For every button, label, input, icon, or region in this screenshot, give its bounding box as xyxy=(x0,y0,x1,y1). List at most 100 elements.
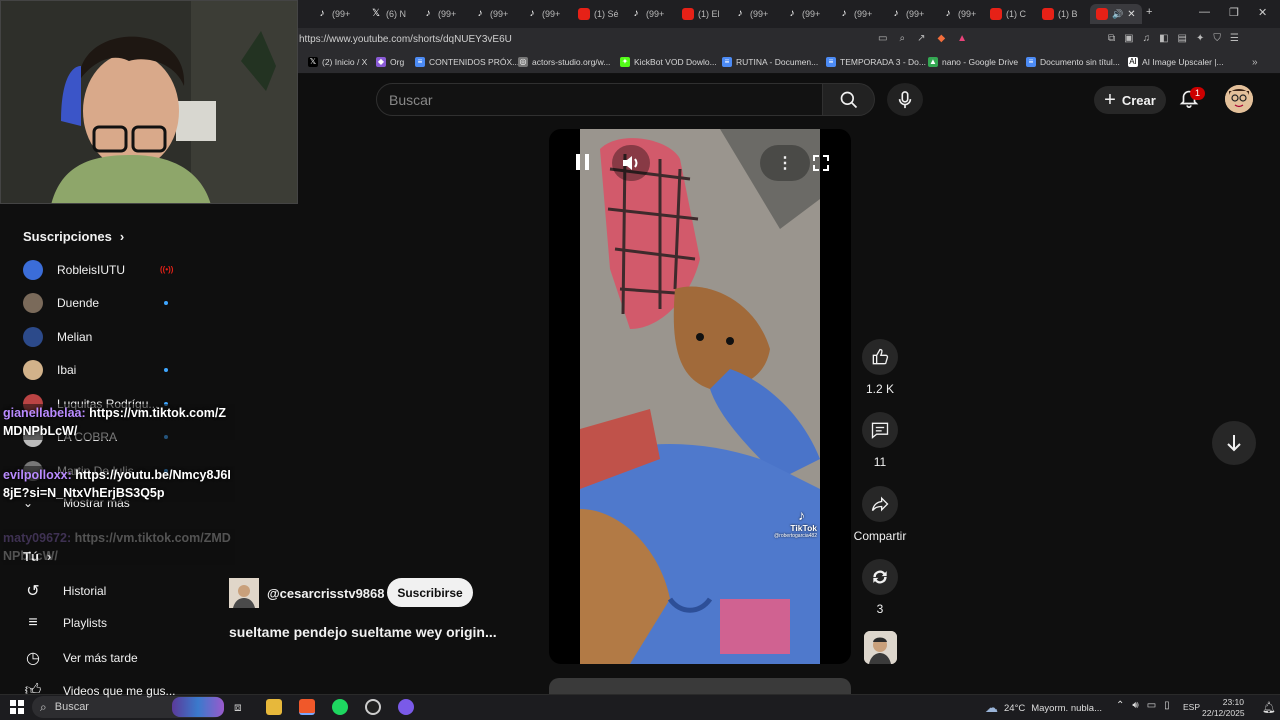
browser-tab[interactable]: ♪ (99+ xyxy=(422,4,457,24)
tab-title: (99+ xyxy=(438,9,457,19)
bookmark-item[interactable]: ◆ Org xyxy=(376,57,404,67)
leo-icon[interactable]: ✦ xyxy=(1196,33,1204,44)
bookmark-item[interactable]: 𝕏 (2) Inicio / X xyxy=(308,57,367,67)
sidebar-subscription-item[interactable]: Melian xyxy=(23,327,92,347)
share-icon[interactable]: ↗ xyxy=(917,33,925,44)
subscriptions-title: Suscripciones xyxy=(23,229,112,244)
browser-tab[interactable]: ♪ (99+ xyxy=(526,4,561,24)
bookmark-item[interactable]: ◎ actors-studio.org/w... xyxy=(518,57,610,67)
obs-icon[interactable] xyxy=(365,699,381,715)
start-button[interactable] xyxy=(10,700,24,719)
bookmark-item[interactable]: ✦ KickBot VOD Dowlo... xyxy=(620,57,717,67)
sidebar-subscription-item[interactable]: Ibai xyxy=(23,360,76,380)
comments-button[interactable] xyxy=(862,412,898,448)
sidebar-you-item[interactable]: ↺ Historial xyxy=(23,581,106,601)
more-bookmarks-icon[interactable]: » xyxy=(1252,57,1258,68)
subscriptions-header[interactable]: Suscripciones › xyxy=(23,229,124,244)
battery-icon[interactable]: ▯ xyxy=(1164,700,1170,711)
install-icon[interactable]: ▭ xyxy=(878,33,887,44)
channel-avatar[interactable] xyxy=(229,578,259,608)
tab-active[interactable]: 🔊 ✕ xyxy=(1090,4,1142,24)
bookmark-item[interactable]: AI AI Image Upscaler |... xyxy=(1128,57,1224,67)
browser-tab[interactable]: ♪ (99+ xyxy=(734,4,769,24)
speaker-icon[interactable]: 🔊︎ xyxy=(1132,700,1138,711)
restore-icon[interactable]: ❐ xyxy=(1229,6,1239,19)
close-tab-icon[interactable]: ✕ xyxy=(1127,9,1135,20)
sidebar-toggle-icon[interactable]: ◧ xyxy=(1159,33,1168,44)
short-title[interactable]: sueltame pendejo sueltame wey origin... xyxy=(229,624,497,640)
browser-tab[interactable]: ♪ (99+ xyxy=(474,4,509,24)
channel-name[interactable]: @cesarcrisstv9868 xyxy=(267,586,385,601)
remix-button[interactable] xyxy=(862,559,898,595)
arrow-down-icon xyxy=(1227,435,1241,452)
extensions-icon[interactable]: ⧉ xyxy=(1108,33,1115,44)
browser-tab[interactable]: (1) El xyxy=(682,4,720,24)
youtube-icon xyxy=(682,8,694,20)
browser-tab[interactable]: ♪ (99+ xyxy=(786,4,821,24)
weather-widget[interactable]: ☁ 24°C Mayorm. nubla... xyxy=(985,700,1102,716)
brave-rewards-icon[interactable]: ▲ xyxy=(957,33,967,44)
subscribe-button[interactable]: Suscribirse xyxy=(387,578,473,607)
browser-tab[interactable]: (1) B xyxy=(1042,4,1078,24)
pause-button[interactable] xyxy=(574,152,592,177)
task-view-icon[interactable]: ⧈ xyxy=(234,700,242,715)
bookmark-item[interactable]: ≡ Documento sin títul... xyxy=(1026,57,1120,67)
notification-center-icon[interactable]: 🔔︎ xyxy=(1262,701,1276,714)
sidebar-you-item[interactable]: 👍︎ Videos que me gus... xyxy=(23,681,176,700)
language-indicator[interactable]: ESP xyxy=(1183,702,1200,712)
fullscreen-button[interactable] xyxy=(812,154,830,177)
bookmark-item[interactable]: ≡ RUTINA - Documen... xyxy=(722,57,818,67)
zoom-icon[interactable]: ⌕ xyxy=(899,33,905,44)
bookmark-item[interactable]: ≡ CONTENIDOS PRÓX... xyxy=(415,57,519,67)
bookmark-item[interactable]: ▲ nano - Google Drive xyxy=(928,57,1018,67)
file-explorer-icon[interactable] xyxy=(266,699,282,715)
brave-browser-icon[interactable] xyxy=(299,699,315,715)
clock[interactable]: 23:10 22/12/2025 xyxy=(1202,697,1245,719)
chevron-up-icon[interactable]: ⌃ xyxy=(1116,700,1124,711)
account-avatar[interactable] xyxy=(1225,85,1253,113)
browser-tab[interactable]: (1) C xyxy=(990,4,1026,24)
search-input[interactable]: Buscar xyxy=(376,83,823,116)
vpn-icon[interactable]: ⛉ xyxy=(1213,33,1221,44)
minimize-icon[interactable]: — xyxy=(1199,6,1210,18)
sidebar-you-item[interactable]: ◷ Ver más tarde xyxy=(23,648,138,668)
browser-tab[interactable]: 𝕏 (6) N xyxy=(370,4,406,24)
sidebar-you-item[interactable]: ≡ Playlists xyxy=(23,614,107,632)
volume-button[interactable] xyxy=(612,145,650,181)
browser-tab[interactable]: ♪ (99+ xyxy=(316,4,351,24)
spotify-icon[interactable] xyxy=(332,699,348,715)
network-icon[interactable]: ▭ xyxy=(1147,700,1156,711)
close-window-icon[interactable]: ✕ xyxy=(1258,6,1267,19)
menu-icon[interactable]: ☰ xyxy=(1230,33,1239,44)
chat-message: maty09672: https://vm.tiktok.com/ZMDNPbL… xyxy=(3,529,235,565)
bookmark-label: Documento sin títul... xyxy=(1040,57,1120,67)
search-button[interactable] xyxy=(823,83,875,116)
more-options-button[interactable]: ⋮ xyxy=(760,145,810,181)
browser-tab[interactable]: ♪ (99+ xyxy=(838,4,873,24)
bookmark-item[interactable]: ≡ TEMPORADA 3 - Do... xyxy=(826,57,926,67)
browser-tab[interactable]: ♪ (99+ xyxy=(942,4,977,24)
new-content-dot xyxy=(164,368,168,372)
sidebar-subscription-item[interactable]: RobleisIUTU xyxy=(23,260,125,280)
discord-icon[interactable] xyxy=(398,699,414,715)
brave-shield-icon[interactable]: ◆ xyxy=(937,33,945,44)
url-field[interactable]: https://www.youtube.com/shorts/dqNUEY3vE… xyxy=(299,34,512,45)
sound-thumbnail[interactable] xyxy=(864,631,897,664)
browser-tab[interactable]: (1) Sé xyxy=(578,4,619,24)
browser-tab[interactable]: ♪ (99+ xyxy=(890,4,925,24)
share-button[interactable] xyxy=(862,486,898,522)
video-frame[interactable] xyxy=(580,129,820,664)
next-short-button[interactable] xyxy=(1212,421,1256,465)
voice-search-button[interactable] xyxy=(887,83,923,116)
browser-tab[interactable]: ♪ (99+ xyxy=(630,4,665,24)
address-bar-actions: ▭ ⌕ ↗ ◆ ▲ xyxy=(878,33,967,44)
new-tab-icon[interactable]: + xyxy=(1146,6,1152,18)
media-icon[interactable]: ♫ xyxy=(1143,33,1151,44)
create-button[interactable]: + Crear xyxy=(1094,86,1166,114)
sidebar-subscription-item[interactable]: Duende xyxy=(23,293,99,313)
next-short-preview[interactable] xyxy=(549,678,851,694)
like-count: 1.2 K xyxy=(865,382,895,396)
like-button[interactable] xyxy=(862,339,898,375)
screenshot-icon[interactable]: ▣ xyxy=(1124,33,1133,44)
wallet-icon[interactable]: ▤ xyxy=(1178,33,1187,44)
